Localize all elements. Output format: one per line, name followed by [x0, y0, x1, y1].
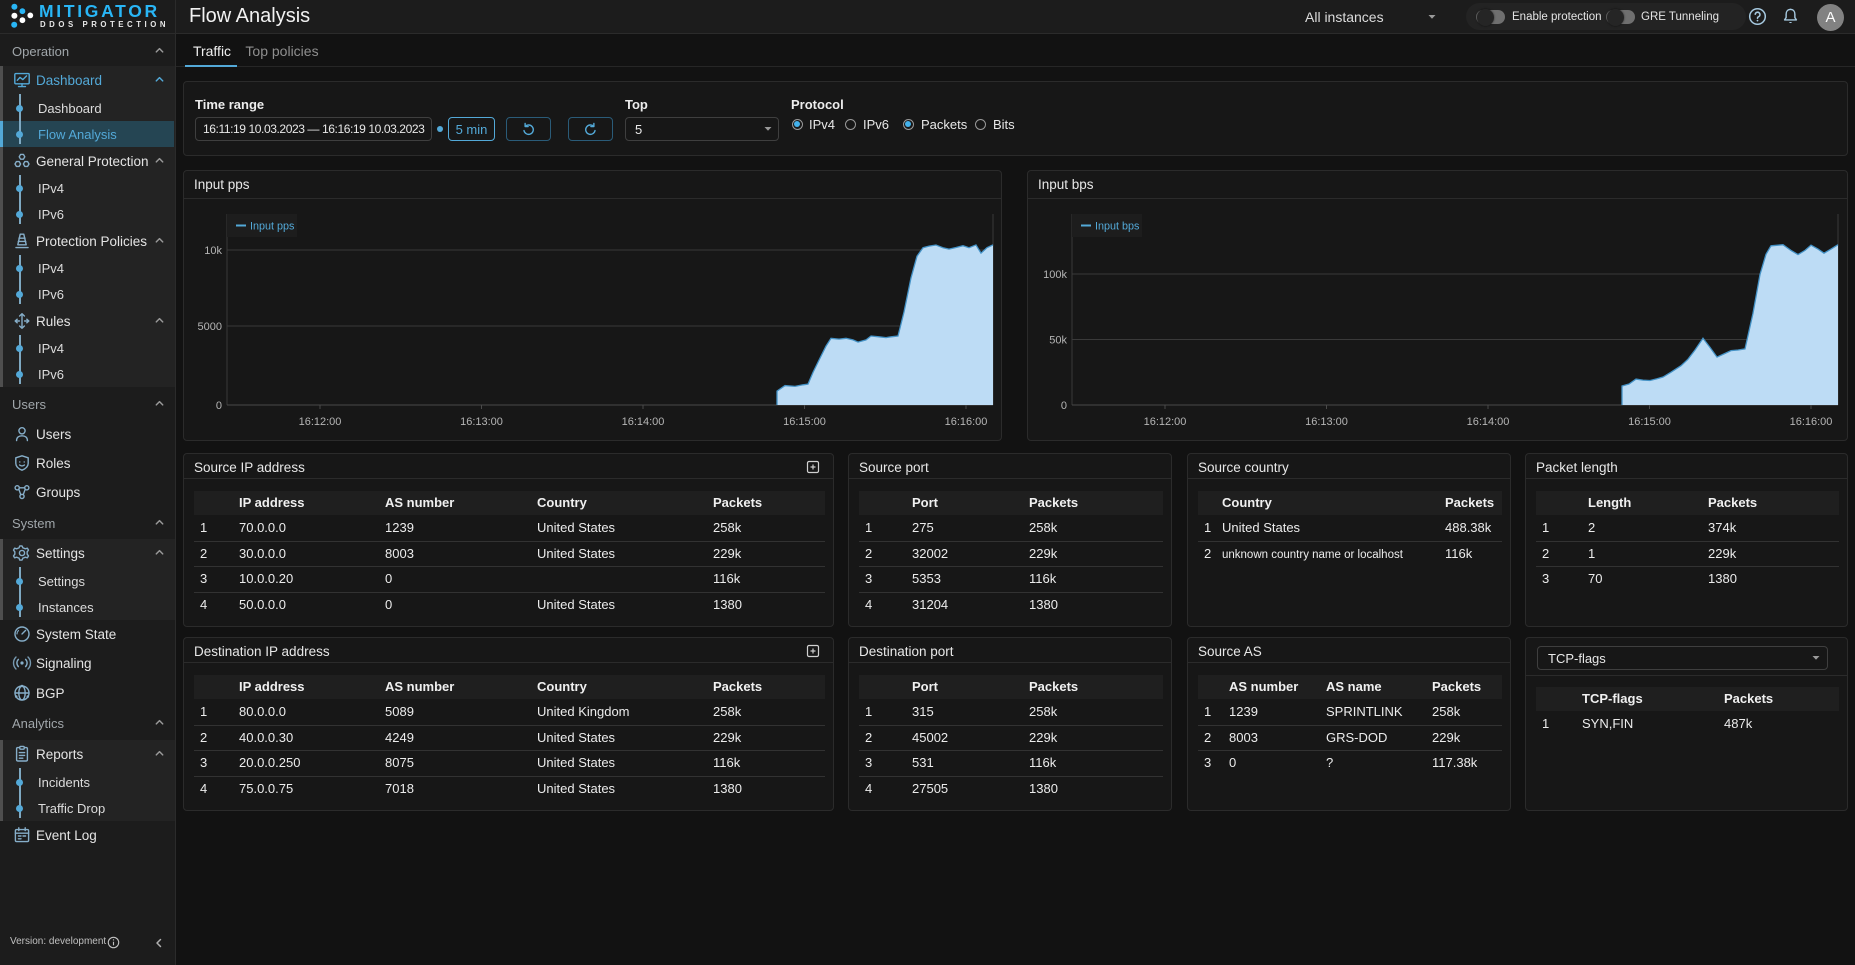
svg-text:0: 0 — [216, 400, 222, 412]
svg-text:16:16:00: 16:16:00 — [1790, 416, 1833, 428]
svg-text:100k: 100k — [1043, 269, 1067, 281]
svg-text:16:15:00: 16:15:00 — [1628, 416, 1671, 428]
svg-text:Input bps: Input bps — [1095, 221, 1140, 233]
svg-text:5000: 5000 — [198, 321, 222, 333]
svg-text:0: 0 — [1061, 400, 1067, 412]
svg-text:16:16:00: 16:16:00 — [945, 416, 988, 428]
svg-text:16:14:00: 16:14:00 — [622, 416, 665, 428]
svg-text:16:15:00: 16:15:00 — [783, 416, 826, 428]
svg-text:16:14:00: 16:14:00 — [1467, 416, 1510, 428]
svg-text:16:13:00: 16:13:00 — [460, 416, 503, 428]
svg-text:16:13:00: 16:13:00 — [1305, 416, 1348, 428]
svg-text:50k: 50k — [1049, 335, 1067, 347]
svg-text:10k: 10k — [204, 245, 222, 257]
svg-text:16:12:00: 16:12:00 — [299, 416, 342, 428]
svg-text:16:12:00: 16:12:00 — [1144, 416, 1187, 428]
svg-text:Input pps: Input pps — [250, 221, 295, 233]
